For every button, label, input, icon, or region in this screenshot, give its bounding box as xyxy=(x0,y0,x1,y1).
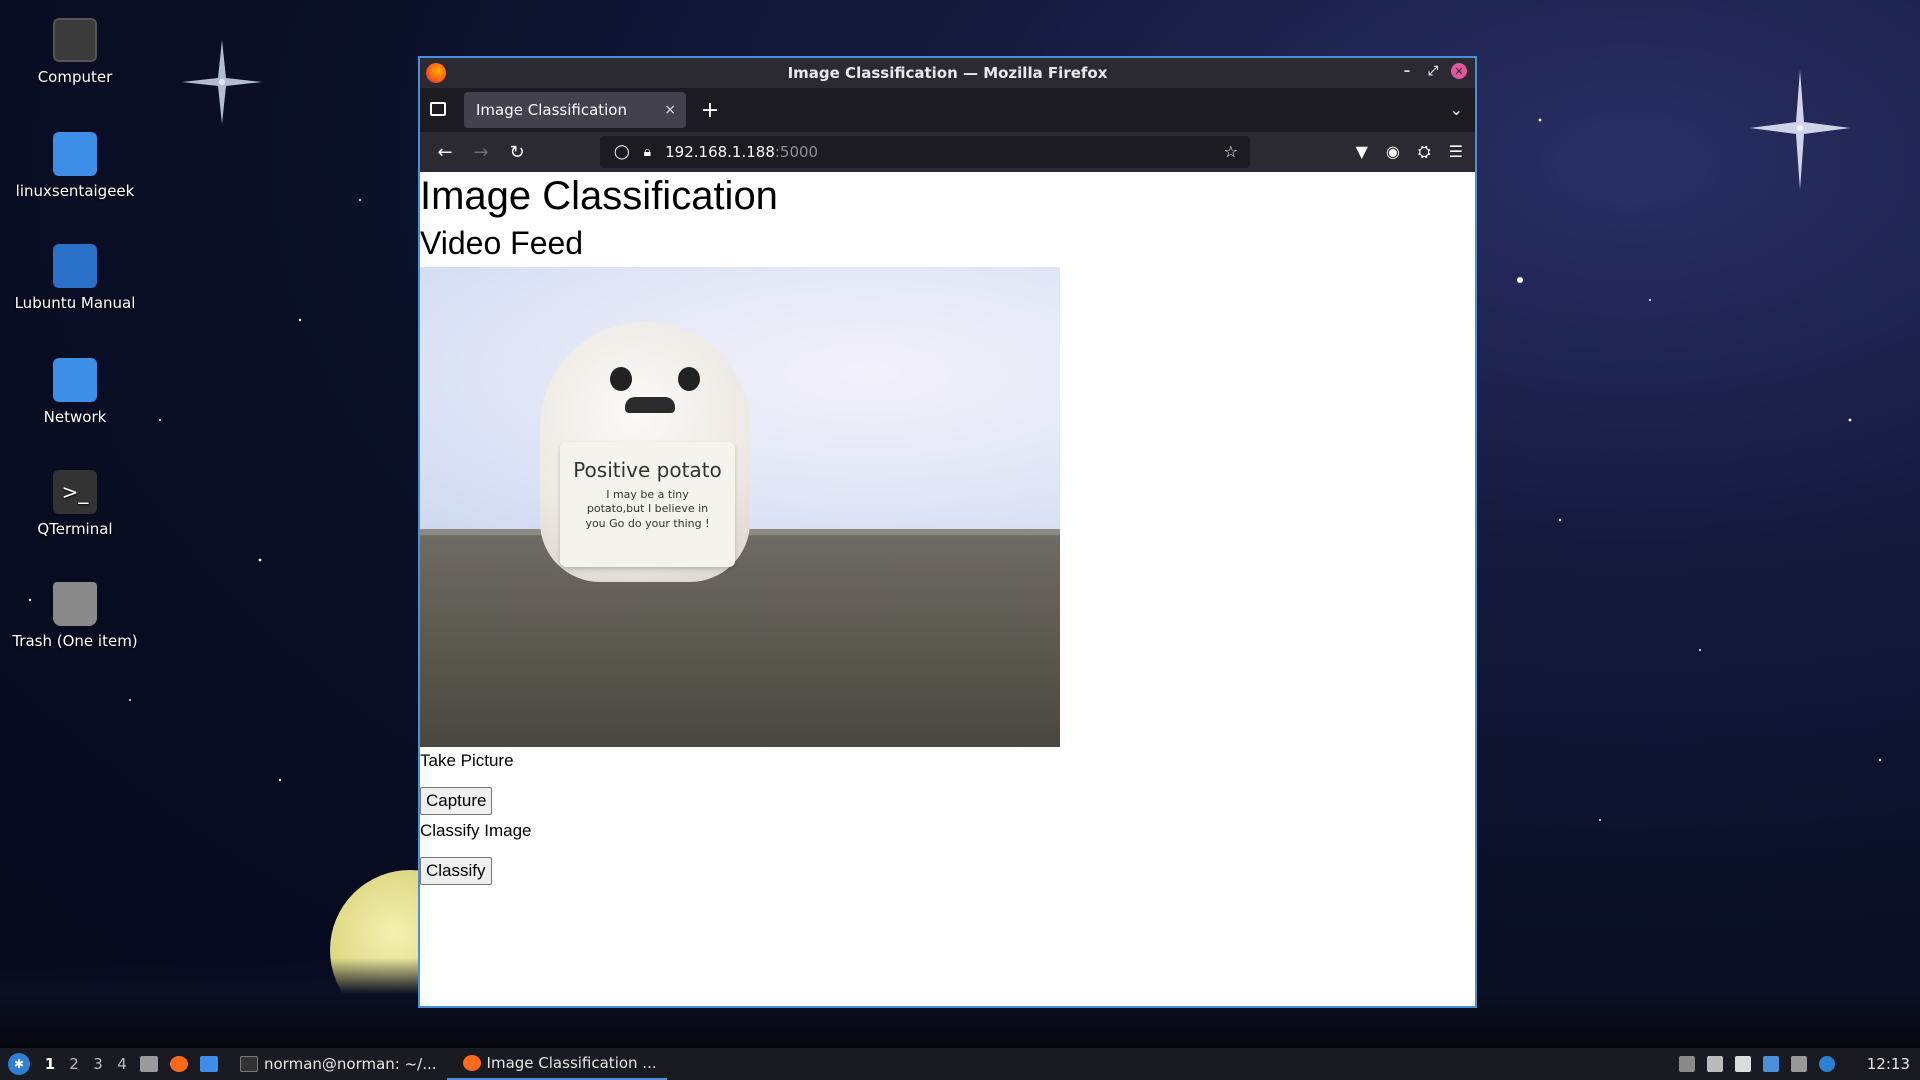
terminal-icon: >_ xyxy=(53,470,97,514)
firefox-logo-icon xyxy=(426,63,446,83)
home-folder-icon xyxy=(53,132,97,176)
window-title: Image Classification — Mozilla Firefox xyxy=(787,64,1108,82)
back-arrow-icon[interactable]: ← xyxy=(430,142,460,163)
extensions-icon[interactable]: ⛭ xyxy=(1418,142,1431,162)
take-picture-label: Take Picture xyxy=(420,751,514,771)
sign-title: Positive potato xyxy=(573,458,722,483)
classify-button[interactable]: Classify xyxy=(420,857,492,886)
list-all-tabs-chevron-icon[interactable]: ⌄ xyxy=(1450,100,1463,119)
page-heading: Image Classification xyxy=(420,174,778,218)
taskbar-task-terminal[interactable]: norman@norman: ~/... xyxy=(224,1048,447,1080)
insecure-lock-icon[interactable]: 🔒︎ xyxy=(644,144,651,160)
network-folder-icon xyxy=(53,358,97,402)
workspace-1[interactable]: 1 xyxy=(38,1055,62,1073)
video-feed-heading: Video Feed xyxy=(420,225,584,261)
window-titlebar[interactable]: Image Classification — Mozilla Firefox –… xyxy=(420,58,1475,88)
desktop-icon-home[interactable]: linuxsentaigeek xyxy=(10,132,140,200)
desktop-icon-label: linuxsentaigeek xyxy=(15,182,135,200)
file-manager-launcher-icon[interactable] xyxy=(140,1056,158,1072)
desktop-icon-computer[interactable]: Computer xyxy=(10,18,140,86)
video-feed-image: Positive potato I may be a tiny potato,b… xyxy=(420,267,1060,748)
tab-close-icon[interactable]: × xyxy=(664,102,676,118)
close-window-icon[interactable]: ✕ xyxy=(1451,63,1467,79)
pocket-icon[interactable]: ▼ xyxy=(1356,142,1368,162)
maximize-icon[interactable]: ⤢ xyxy=(1425,63,1441,79)
bookmark-star-icon[interactable]: ☆ xyxy=(1224,142,1238,161)
firefox-view-icon[interactable] xyxy=(430,102,446,116)
firefox-launcher-icon[interactable] xyxy=(170,1056,188,1072)
capture-button[interactable]: Capture xyxy=(420,787,493,816)
clipboard-tray-icon[interactable] xyxy=(1678,1056,1695,1072)
tab-bar: Image Classification × + ⌄ xyxy=(420,88,1475,132)
desktop-icon-network[interactable]: Network xyxy=(10,358,140,426)
account-icon[interactable]: ◉ xyxy=(1386,142,1400,162)
menu-hamburger-icon[interactable]: ☰ xyxy=(1449,142,1463,162)
reload-icon[interactable]: ↻ xyxy=(502,142,532,163)
workspace-3[interactable]: 3 xyxy=(86,1055,110,1073)
desktop-icon-trash[interactable]: Trash (One item) xyxy=(10,582,140,650)
terminal-task-icon xyxy=(240,1056,258,1072)
sign-text: I may be a tiny potato,but I believe in … xyxy=(585,488,710,530)
notes-tray-icon[interactable] xyxy=(1734,1056,1751,1072)
desktop-icon-label: Network xyxy=(43,408,107,426)
start-menu-icon[interactable]: ✱ xyxy=(8,1053,30,1075)
desktop-icon-manual[interactable]: Lubuntu Manual xyxy=(10,244,140,312)
notification-tray-icon[interactable] xyxy=(1762,1056,1779,1072)
page-content: Image Classification Video Feed Positive… xyxy=(420,172,1475,1006)
firefox-task-icon xyxy=(462,1055,481,1071)
trash-icon xyxy=(53,582,97,626)
tracking-shield-icon[interactable]: ◯ xyxy=(614,144,630,160)
workspace-2[interactable]: 2 xyxy=(62,1055,86,1073)
task-label: norman@norman: ~/... xyxy=(264,1055,437,1073)
desktop-icon-label: QTerminal xyxy=(37,520,113,538)
firefox-window: Image Classification — Mozilla Firefox –… xyxy=(418,56,1477,1008)
desktop-icon-label: Trash (One item) xyxy=(12,632,138,650)
update-tray-icon[interactable] xyxy=(1818,1056,1835,1072)
tab-title: Image Classification xyxy=(476,101,627,119)
url-host: 192.168.1.188 xyxy=(665,143,775,161)
desktop-icon-qterminal[interactable]: >_ QTerminal xyxy=(10,470,140,538)
taskbar: ✱ 1 2 3 4 norman@norman: ~/... Image Cla… xyxy=(0,1048,1920,1080)
new-tab-button[interactable]: + xyxy=(696,98,724,123)
manual-book-icon xyxy=(53,244,97,288)
desktop-icon-label: Computer xyxy=(37,68,113,86)
show-desktop-icon[interactable] xyxy=(200,1056,218,1072)
navigation-toolbar: ← → ↻ ◯ 🔒︎ 192.168.1.188:5000 ☆ ▼ ◉ ⛭ ☰ xyxy=(420,132,1475,172)
url-port: :5000 xyxy=(774,143,819,161)
task-label: Image Classification ... xyxy=(486,1054,657,1072)
network-tray-icon[interactable] xyxy=(1790,1056,1807,1072)
tab-image-classification[interactable]: Image Classification × xyxy=(464,92,686,128)
url-bar[interactable]: ◯ 🔒︎ 192.168.1.188:5000 ☆ xyxy=(600,136,1250,168)
computer-icon xyxy=(53,18,97,62)
potato-sign: Positive potato I may be a tiny potato,b… xyxy=(560,442,735,568)
classify-image-label: Classify Image xyxy=(420,821,532,841)
clock[interactable]: 12:13 xyxy=(1867,1055,1910,1073)
workspace-4[interactable]: 4 xyxy=(110,1055,134,1073)
desktop-icon-label: Lubuntu Manual xyxy=(14,294,136,312)
volume-icon[interactable] xyxy=(1706,1056,1723,1072)
minimize-icon[interactable]: – xyxy=(1399,63,1415,79)
taskbar-task-firefox[interactable]: Image Classification ... xyxy=(446,1048,667,1080)
forward-arrow-icon[interactable]: → xyxy=(466,142,496,163)
